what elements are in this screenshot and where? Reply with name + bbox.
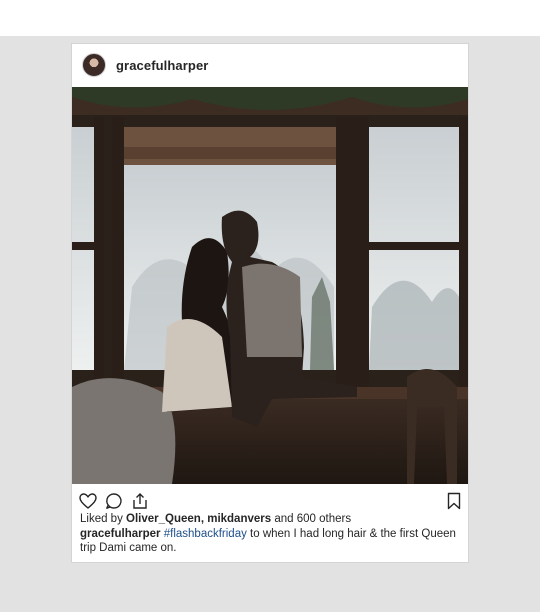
- post-caption-area: Liked by Oliver_Queen, mikdanvers and 60…: [80, 512, 464, 556]
- caption-line: gracefulharper #flashbackfriday to when …: [80, 527, 464, 556]
- likes-users[interactable]: Oliver_Queen, mikdanvers: [126, 513, 271, 525]
- avatar[interactable]: [82, 53, 106, 77]
- comment-icon[interactable]: [104, 491, 124, 511]
- bookmark-icon[interactable]: [444, 491, 464, 511]
- caption-hashtag[interactable]: #flashbackfriday: [164, 528, 247, 540]
- post-username[interactable]: gracefulharper: [116, 58, 208, 73]
- share-icon[interactable]: [130, 491, 150, 511]
- post-photo[interactable]: [72, 87, 468, 484]
- post-header: gracefulharper: [72, 44, 468, 87]
- post-actions: [72, 489, 468, 511]
- likes-line: Liked by Oliver_Queen, mikdanvers and 60…: [80, 512, 464, 527]
- photo-illustration: [72, 87, 468, 484]
- post-card: gracefulharper Liked by Oliver_Queen, mi…: [71, 43, 469, 563]
- likes-suffix[interactable]: and 600 others: [274, 513, 351, 525]
- likes-prefix: Liked by: [80, 513, 123, 525]
- caption-username[interactable]: gracefulharper: [80, 528, 161, 540]
- heart-icon[interactable]: [78, 491, 98, 511]
- top-strip: [0, 0, 540, 36]
